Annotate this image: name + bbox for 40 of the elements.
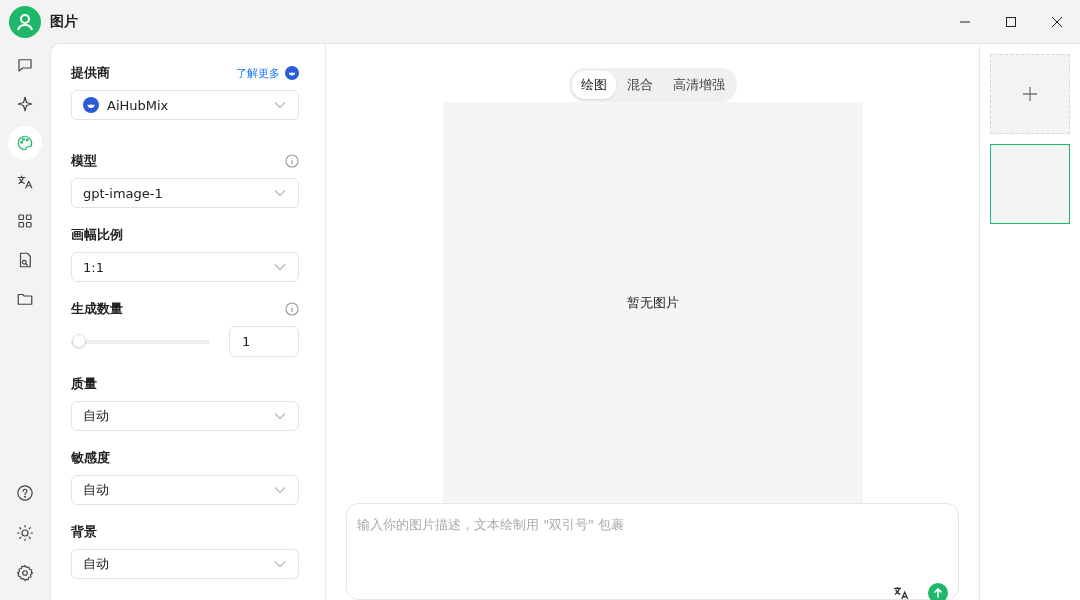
user-avatar[interactable] [9,5,41,38]
maximize-icon[interactable] [1005,15,1017,28]
select-field[interactable]: AiHubMix [71,90,299,120]
select-field[interactable]: 自动 [71,475,299,505]
select-field[interactable]: gpt-image-1 [71,178,299,208]
close-icon[interactable] [1051,15,1063,28]
chevron-icon [274,263,286,271]
chevron-icon [274,560,286,568]
chevron-icon [274,486,286,494]
field-label: 背景 [71,523,97,541]
image-thumbnail[interactable] [990,144,1070,224]
chevron-icon [274,189,286,197]
arrow-up-icon [932,587,944,599]
select-field[interactable]: 1:1 [71,252,299,282]
field-label: 生成数量 [71,300,123,318]
empty-text: 暂无图片 [626,293,679,312]
select-field[interactable]: 自动 [71,549,299,579]
mode-tab[interactable]: 绘图 [571,71,616,99]
plus-icon [1023,87,1037,101]
person-icon [15,11,35,32]
slider-thumb[interactable] [72,333,86,348]
chevron-icon [274,412,286,420]
field-label: 提供商 [71,64,110,82]
field-label: 质量 [71,375,97,393]
mode-tab[interactable]: 混合 [617,71,662,99]
chevron-icon [274,101,286,109]
number-field[interactable]: 1 [229,326,299,357]
field-label: 敏感度 [71,449,110,467]
robot-icon [285,66,299,80]
send-button[interactable] [928,583,948,600]
palette-icon[interactable] [8,126,42,160]
window-title: 图片 [50,12,79,31]
info-icon[interactable] [285,154,299,168]
select-field[interactable]: 自动 [71,401,299,431]
mode-tab[interactable]: 高清增强 [663,71,734,99]
translate-icon[interactable] [892,584,910,600]
field-label: 模型 [71,152,97,170]
field-label: 画幅比例 [71,226,123,244]
learn-more-link[interactable]: 了解更多 [236,65,280,81]
info-icon[interactable] [285,302,299,316]
